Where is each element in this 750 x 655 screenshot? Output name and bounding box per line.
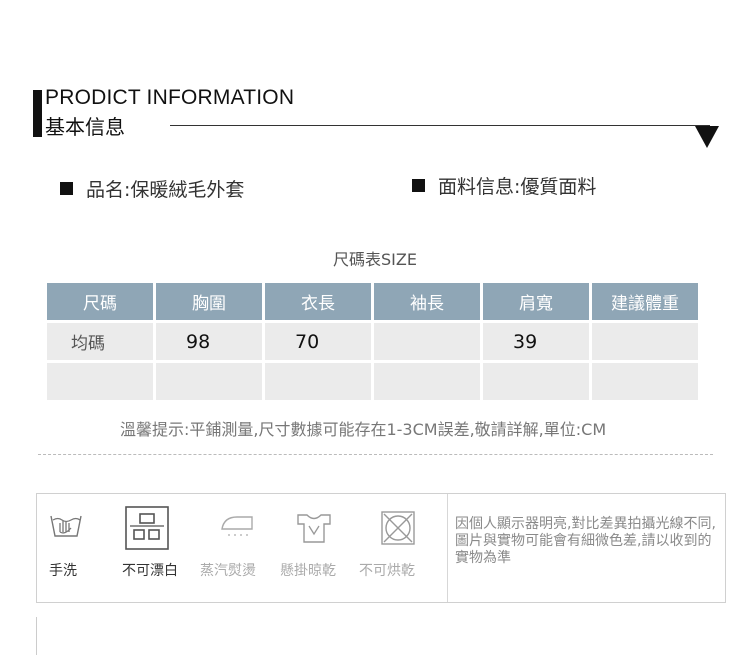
table-cell: [47, 363, 153, 400]
table-cell: [374, 323, 480, 360]
care-label-steam-iron: 蒸汽熨燙: [200, 563, 256, 579]
down-arrow-icon: [695, 126, 719, 148]
header-accent-bar: [33, 90, 42, 137]
fabric-info: 面料信息:優質面料: [412, 172, 596, 199]
bullet-square-icon: [60, 182, 73, 195]
table-header-cell: 袖長: [374, 283, 480, 320]
no-bleach-icon: [125, 506, 169, 550]
size-table-title: 尺碼表SIZE: [333, 250, 417, 269]
table-header-cell: 肩寬: [483, 283, 589, 320]
section-title-zh: 基本信息: [45, 115, 125, 139]
table-cell: [483, 363, 589, 400]
product-name-text: 品名:保暖絨毛外套: [86, 179, 245, 201]
care-label-no-tumble-dry: 不可烘乾: [359, 563, 415, 579]
table-header-cell: 尺碼: [47, 283, 153, 320]
steam-iron-icon: [221, 516, 253, 536]
table-cell: [592, 363, 698, 400]
table-cell: [592, 323, 698, 360]
bullet-square-icon: [412, 179, 425, 192]
no-tumble-dry-icon: [381, 511, 415, 545]
table-cell: 均碼: [47, 323, 153, 360]
header-rule: [170, 125, 710, 126]
care-label-hang-dry: 懸掛晾乾: [280, 563, 336, 579]
fabric-text: 面料信息:優質面料: [438, 176, 597, 198]
table-header-cell: 衣長: [265, 283, 371, 320]
table-cell: 39: [483, 323, 589, 360]
care-label-hand-wash: 手洗: [49, 563, 77, 579]
table-cell: 98: [156, 323, 262, 360]
section-title-en: PRODICT INFORMATION: [45, 86, 295, 109]
table-header-cell: 胸圍: [156, 283, 262, 320]
table-cell: 70: [265, 323, 371, 360]
care-divider: [447, 494, 448, 602]
dashed-divider: [38, 454, 713, 455]
bottom-border-line: [36, 617, 37, 655]
table-cell: [156, 363, 262, 400]
table-cell: [374, 363, 480, 400]
care-instructions-box: 手洗 不可漂白 蒸汽熨燙 懸掛晾乾 不可烘乾 因個人顯示器明亮,對比差異拍攝光線…: [36, 493, 726, 603]
hand-wash-icon: [50, 515, 82, 537]
color-disclaimer: 因個人顯示器明亮,對比差異拍攝光線不同,圖片與實物可能會有細微色差,請以收到的實…: [455, 516, 716, 566]
care-label-no-bleach: 不可漂白: [122, 563, 178, 579]
product-name-info: 品名:保暖絨毛外套: [60, 175, 244, 202]
table-header-cell: 建議體重: [592, 283, 698, 320]
hang-dry-icon: [297, 514, 331, 543]
table-cell: [265, 363, 371, 400]
measurement-note: 溫馨提示:平鋪測量,尺寸數據可能存在1-3CM誤差,敬請詳解,單位:CM: [120, 420, 607, 439]
